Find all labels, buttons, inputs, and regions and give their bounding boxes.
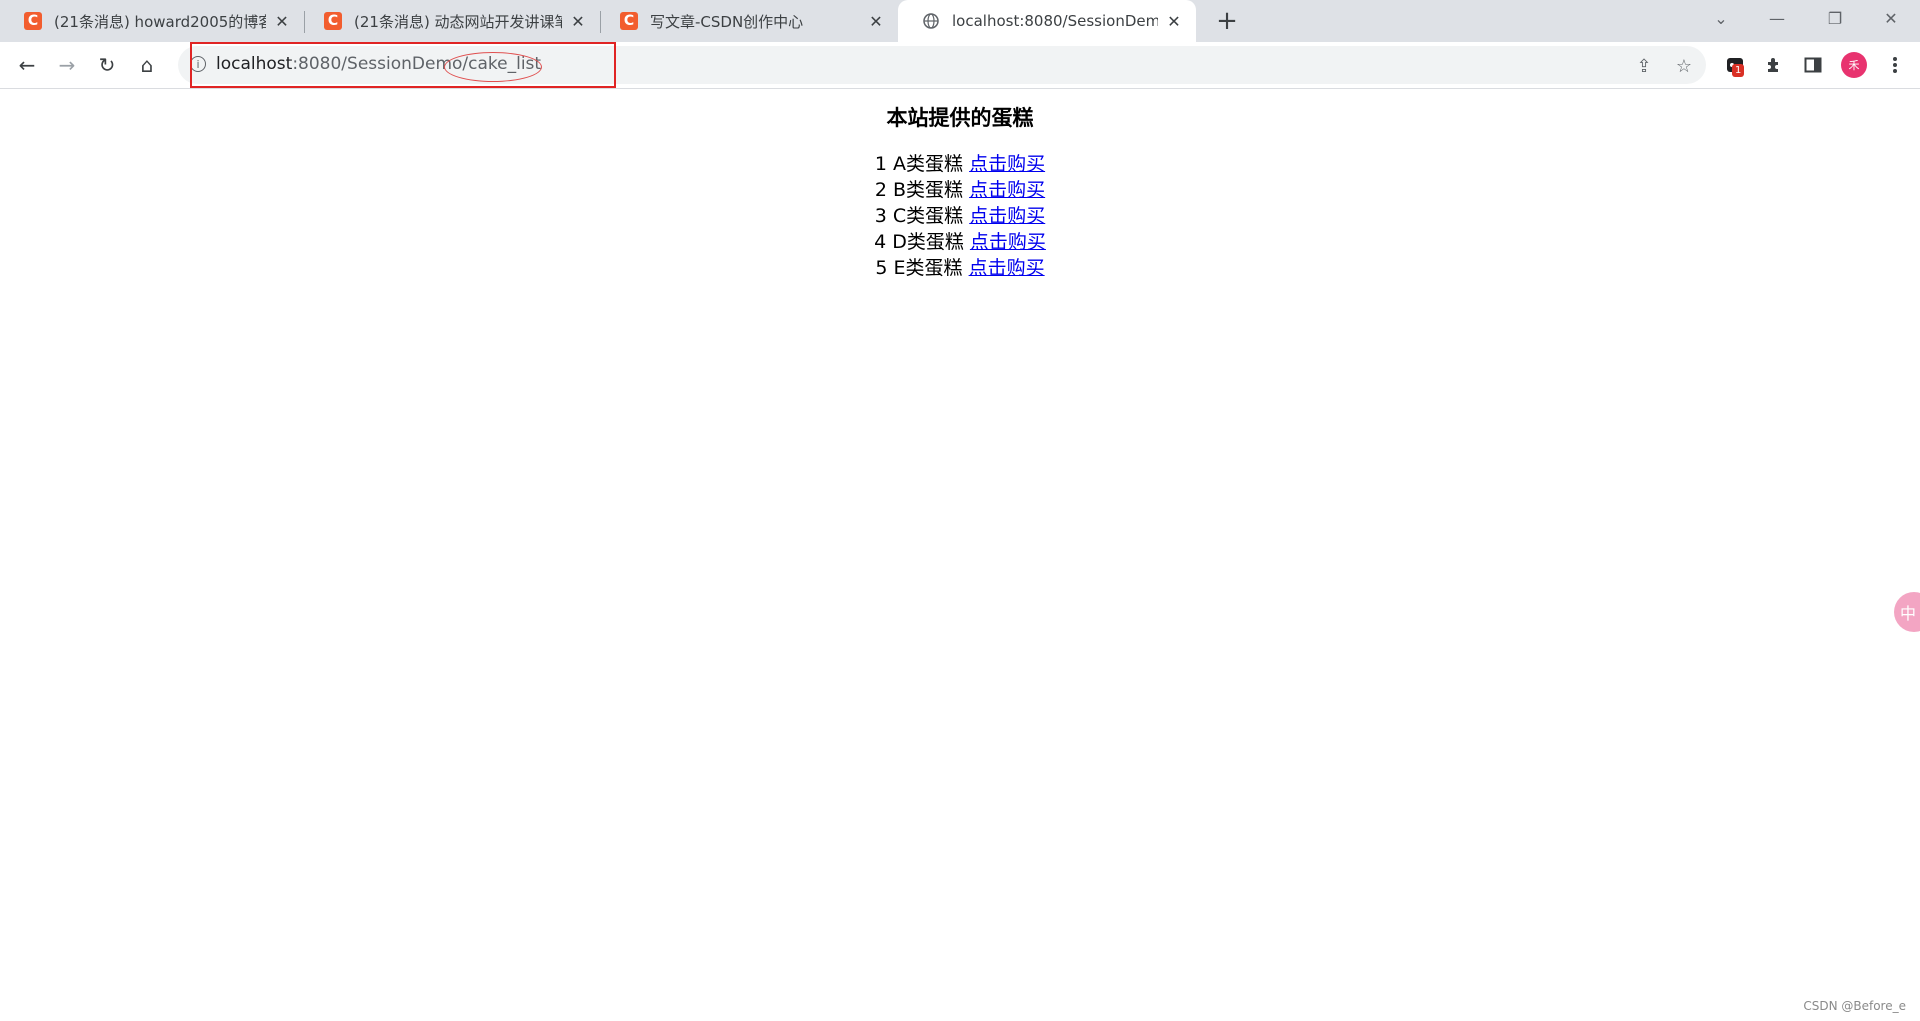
csdn-favicon-icon: C xyxy=(24,12,42,30)
extension-icon[interactable]: 1 xyxy=(1720,50,1750,80)
more-menu-icon[interactable] xyxy=(1880,50,1910,80)
extensions-puzzle-icon[interactable] xyxy=(1759,50,1789,80)
close-window-button[interactable]: ✕ xyxy=(1866,0,1916,36)
buy-link[interactable]: 点击购买 xyxy=(969,205,1045,227)
cake-name: A类蛋糕 xyxy=(893,153,964,175)
cake-name: C类蛋糕 xyxy=(892,205,964,227)
restore-button[interactable]: ❐ xyxy=(1810,0,1860,36)
cake-id: 1 xyxy=(874,153,887,175)
buy-link[interactable]: 点击购买 xyxy=(970,231,1046,253)
browser-toolbar: ← → ↻ ⌂ i localhost:8080/SessionDemo/cak… xyxy=(0,42,1920,89)
reload-button[interactable]: ↻ xyxy=(92,50,122,80)
tab-howard-blog[interactable]: C (21条消息) howard2005的博客_ ✕ xyxy=(0,0,304,42)
tab-title: (21条消息) howard2005的博客_ xyxy=(54,12,266,31)
globe-icon xyxy=(922,12,940,30)
list-item: 3 C类蛋糕 点击购买 xyxy=(0,203,1920,229)
buy-link[interactable]: 点击购买 xyxy=(969,153,1045,175)
cake-id: 2 xyxy=(874,179,887,201)
profile-avatar[interactable]: 禾 xyxy=(1841,52,1867,78)
share-icon[interactable]: ⇪ xyxy=(1632,54,1656,78)
tab-close-icon[interactable]: ✕ xyxy=(1164,12,1184,31)
extension-badge: 1 xyxy=(1732,64,1745,77)
new-tab-button[interactable]: + xyxy=(1212,6,1242,36)
buy-link[interactable]: 点击购买 xyxy=(969,257,1045,279)
back-button[interactable]: ← xyxy=(12,50,42,80)
url-host: localhost xyxy=(216,54,293,74)
cake-id: 4 xyxy=(874,231,887,253)
tab-close-icon[interactable]: ✕ xyxy=(568,12,588,31)
url-path: :8080/SessionDemo/cake_list xyxy=(292,54,542,74)
cake-name: B类蛋糕 xyxy=(893,179,964,201)
csdn-favicon-icon: C xyxy=(620,12,638,30)
cake-name: D类蛋糕 xyxy=(892,231,964,253)
cake-list: 1 A类蛋糕 点击购买 2 B类蛋糕 点击购买 3 C类蛋糕 点击购买 4 D类… xyxy=(0,151,1920,281)
tab-title: localhost:8080/SessionDemo/cake_list xyxy=(952,12,1158,30)
forward-button[interactable]: → xyxy=(52,50,82,80)
list-item: 5 E类蛋糕 点击购买 xyxy=(0,255,1920,281)
list-item: 1 A类蛋糕 点击购买 xyxy=(0,151,1920,177)
cake-id: 5 xyxy=(875,257,888,279)
page-content: 本站提供的蛋糕 1 A类蛋糕 点击购买 2 B类蛋糕 点击购买 3 C类蛋糕 点… xyxy=(0,89,1920,1021)
tab-search-dropdown-icon[interactable]: ⌄ xyxy=(1696,0,1746,36)
tab-csdn-editor[interactable]: C 写文章-CSDN创作中心 ✕ xyxy=(596,0,898,42)
tab-localhost-active[interactable]: localhost:8080/SessionDemo/cake_list ✕ xyxy=(898,0,1196,42)
minimize-button[interactable]: — xyxy=(1752,0,1802,36)
cake-name: E类蛋糕 xyxy=(893,257,963,279)
url-text[interactable]: localhost:8080/SessionDemo/cake_list xyxy=(216,54,541,74)
site-info-icon[interactable]: i xyxy=(190,56,206,72)
page-heading: 本站提供的蛋糕 xyxy=(886,106,1034,130)
tab-close-icon[interactable]: ✕ xyxy=(866,12,886,31)
cake-id: 3 xyxy=(874,205,887,227)
list-item: 2 B类蛋糕 点击购买 xyxy=(0,177,1920,203)
home-button[interactable]: ⌂ xyxy=(132,50,162,80)
tab-strip: C (21条消息) howard2005的博客_ ✕ C (21条消息) 动态网… xyxy=(0,0,1920,42)
tab-title: (21条消息) 动态网站开发讲课笔记 xyxy=(354,12,562,31)
list-item: 4 D类蛋糕 点击购买 xyxy=(0,229,1920,255)
floating-widget-button[interactable]: 中 xyxy=(1894,592,1920,632)
csdn-watermark: CSDN @Before_e xyxy=(1803,999,1906,1013)
side-panel-icon[interactable] xyxy=(1798,50,1828,80)
tab-close-icon[interactable]: ✕ xyxy=(272,12,292,31)
buy-link[interactable]: 点击购买 xyxy=(969,179,1045,201)
address-bar[interactable]: i localhost:8080/SessionDemo/cake_list ⇪… xyxy=(178,46,1706,84)
csdn-favicon-icon: C xyxy=(324,12,342,30)
tab-title: 写文章-CSDN创作中心 xyxy=(650,12,804,31)
tab-lecture-notes[interactable]: C (21条消息) 动态网站开发讲课笔记 ✕ xyxy=(300,0,600,42)
bookmark-star-icon[interactable]: ☆ xyxy=(1672,54,1696,78)
